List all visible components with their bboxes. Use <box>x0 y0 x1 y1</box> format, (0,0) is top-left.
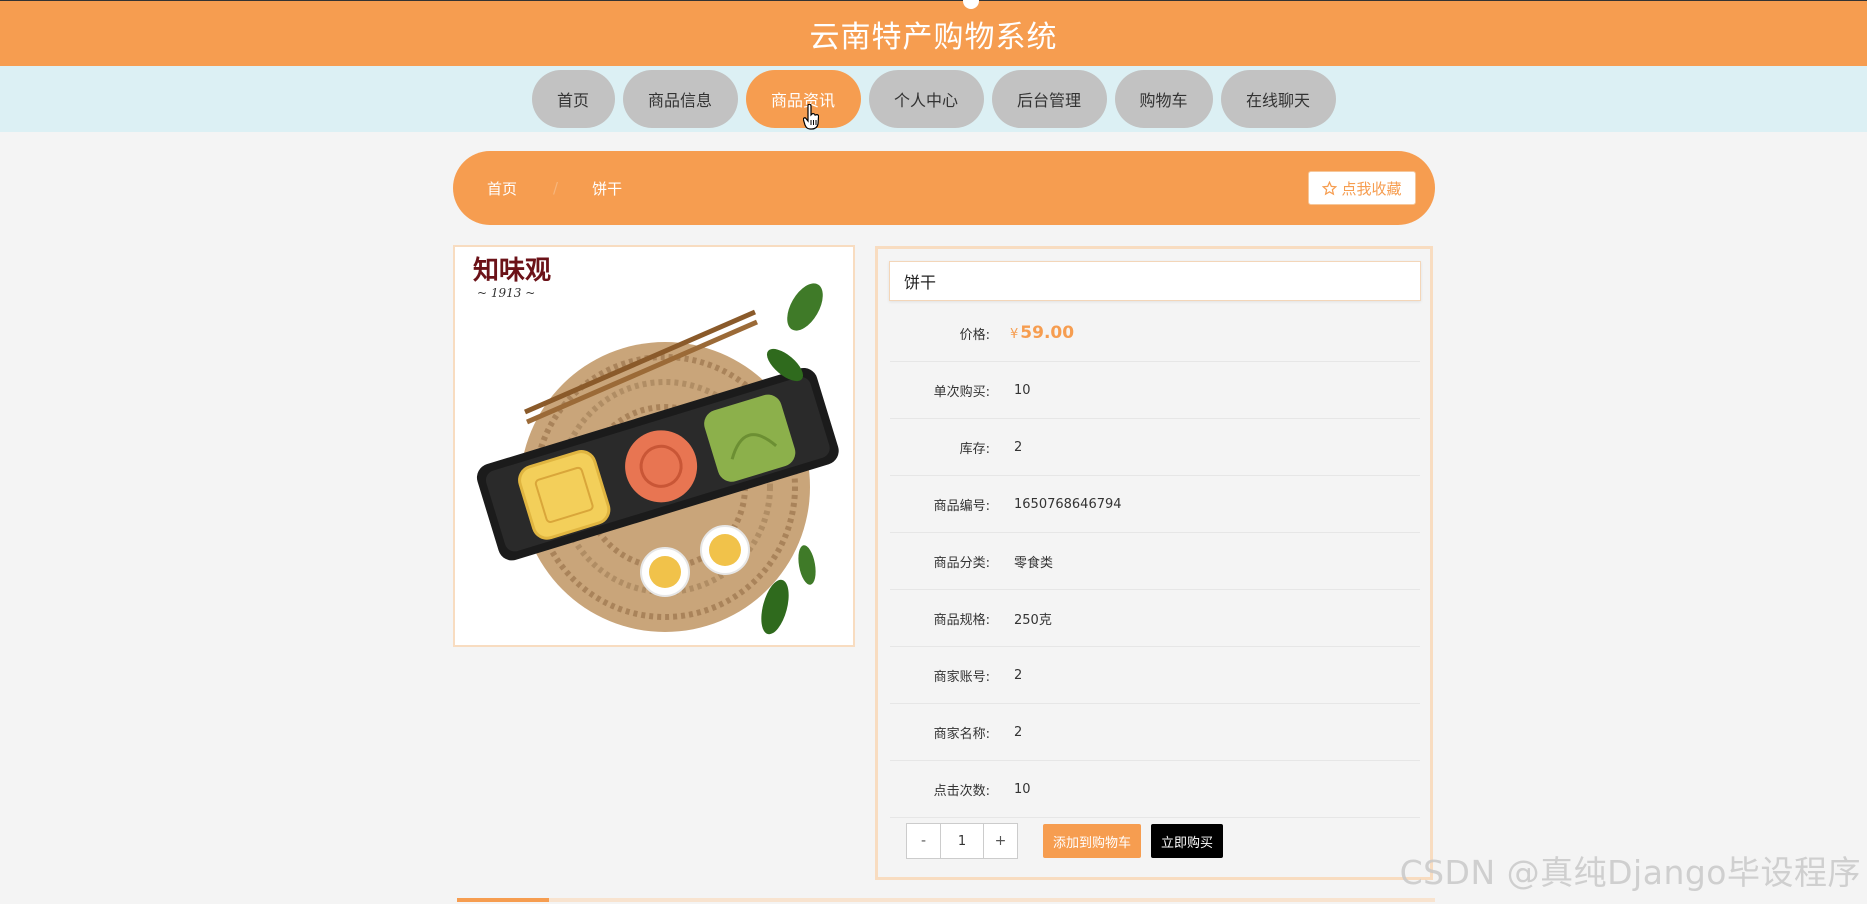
merchant-name-row: 商家名称: 2 <box>890 704 1420 761</box>
breadcrumb-current: 饼干 <box>592 179 623 198</box>
single-buy-value: 10 <box>1014 382 1031 398</box>
code-value: 1650768646794 <box>1014 496 1122 512</box>
nav-item-cart[interactable]: 购物车 <box>1114 70 1213 128</box>
add-to-cart-button[interactable]: 添加到购物车 <box>1043 824 1142 858</box>
price-label: 价格: <box>959 327 990 343</box>
product-detail-panel: 饼干 价格: ¥59.00 单次购买: 10 库存: 2 商品编号: 16507… <box>875 246 1433 880</box>
quantity-increase-button[interactable]: + <box>984 824 1017 858</box>
price-value: ¥59.00 <box>1010 323 1074 343</box>
header-notch <box>963 0 979 9</box>
currency-symbol: ¥ <box>1010 327 1019 342</box>
code-row: 商品编号: 1650768646794 <box>890 476 1420 533</box>
category-row: 商品分类: 零食类 <box>890 533 1420 590</box>
nav-item-products[interactable]: 商品信息 <box>622 70 738 128</box>
code-label: 商品编号: <box>933 498 990 514</box>
header-bar: 云南特产购物系统 <box>0 0 1867 66</box>
clicks-row: 点击次数: 10 <box>890 761 1420 818</box>
nav-item-home[interactable]: 首页 <box>531 70 615 128</box>
section-divider <box>457 898 1435 902</box>
category-label: 商品分类: <box>933 555 990 571</box>
stock-row: 库存: 2 <box>890 419 1420 476</box>
category-value: 零食类 <box>1014 555 1054 571</box>
spec-label: 商品规格: <box>933 612 990 628</box>
nav-item-profile[interactable]: 个人中心 <box>868 70 984 128</box>
product-name: 饼干 <box>889 261 1421 301</box>
breadcrumb-separator: / <box>553 179 559 197</box>
single-buy-row: 单次购买: 10 <box>890 362 1420 419</box>
price-row: 价格: ¥59.00 <box>890 305 1420 362</box>
clicks-label: 点击次数: <box>933 783 990 799</box>
breadcrumb-home[interactable]: 首页 <box>487 178 517 199</box>
purchase-controls: - 1 + 添加到购物车 立即购买 <box>906 823 1224 859</box>
merchant-name-label: 商家名称: <box>933 726 990 742</box>
product-image: 知味观 ~ 1913 ~ <box>453 245 855 647</box>
quantity-input[interactable]: 1 <box>940 824 984 858</box>
main-nav: 首页 商品信息 商品资讯 个人中心 后台管理 购物车 在线聊天 <box>0 70 1867 130</box>
brand-logo: 知味观 <box>473 256 551 286</box>
quantity-stepper: - 1 + <box>906 823 1018 859</box>
app-title: 云南特产购物系统 <box>809 19 1058 55</box>
brand-year: ~ 1913 ~ <box>477 286 535 300</box>
hand-cursor-icon <box>803 104 819 130</box>
merchant-account-value: 2 <box>1014 667 1023 683</box>
spec-value: 250克 <box>1014 612 1052 628</box>
clicks-value: 10 <box>1014 781 1031 797</box>
merchant-account-row: 商家账号: 2 <box>890 647 1420 704</box>
buy-now-button[interactable]: 立即购买 <box>1151 824 1224 858</box>
single-buy-label: 单次购买: <box>933 384 990 400</box>
star-icon <box>1322 180 1338 195</box>
stock-label: 库存: <box>959 441 990 457</box>
nav-item-admin[interactable]: 后台管理 <box>991 70 1107 128</box>
quantity-decrease-button[interactable]: - <box>907 824 940 858</box>
watermark: CSDN @真纯Django毕设程序 <box>1399 853 1861 892</box>
nav-item-chat[interactable]: 在线聊天 <box>1220 70 1336 128</box>
favorite-button[interactable]: 点我收藏 <box>1308 171 1416 205</box>
merchant-account-label: 商家账号: <box>933 669 990 685</box>
breadcrumb: 首页 / 饼干 点我收藏 <box>453 151 1435 225</box>
spec-row: 商品规格: 250克 <box>890 590 1420 647</box>
favorite-label: 点我收藏 <box>1341 179 1402 198</box>
price-amount: 59.00 <box>1020 323 1075 343</box>
merchant-name-value: 2 <box>1014 724 1023 740</box>
stock-value: 2 <box>1014 439 1023 455</box>
section-divider-accent <box>457 898 549 902</box>
